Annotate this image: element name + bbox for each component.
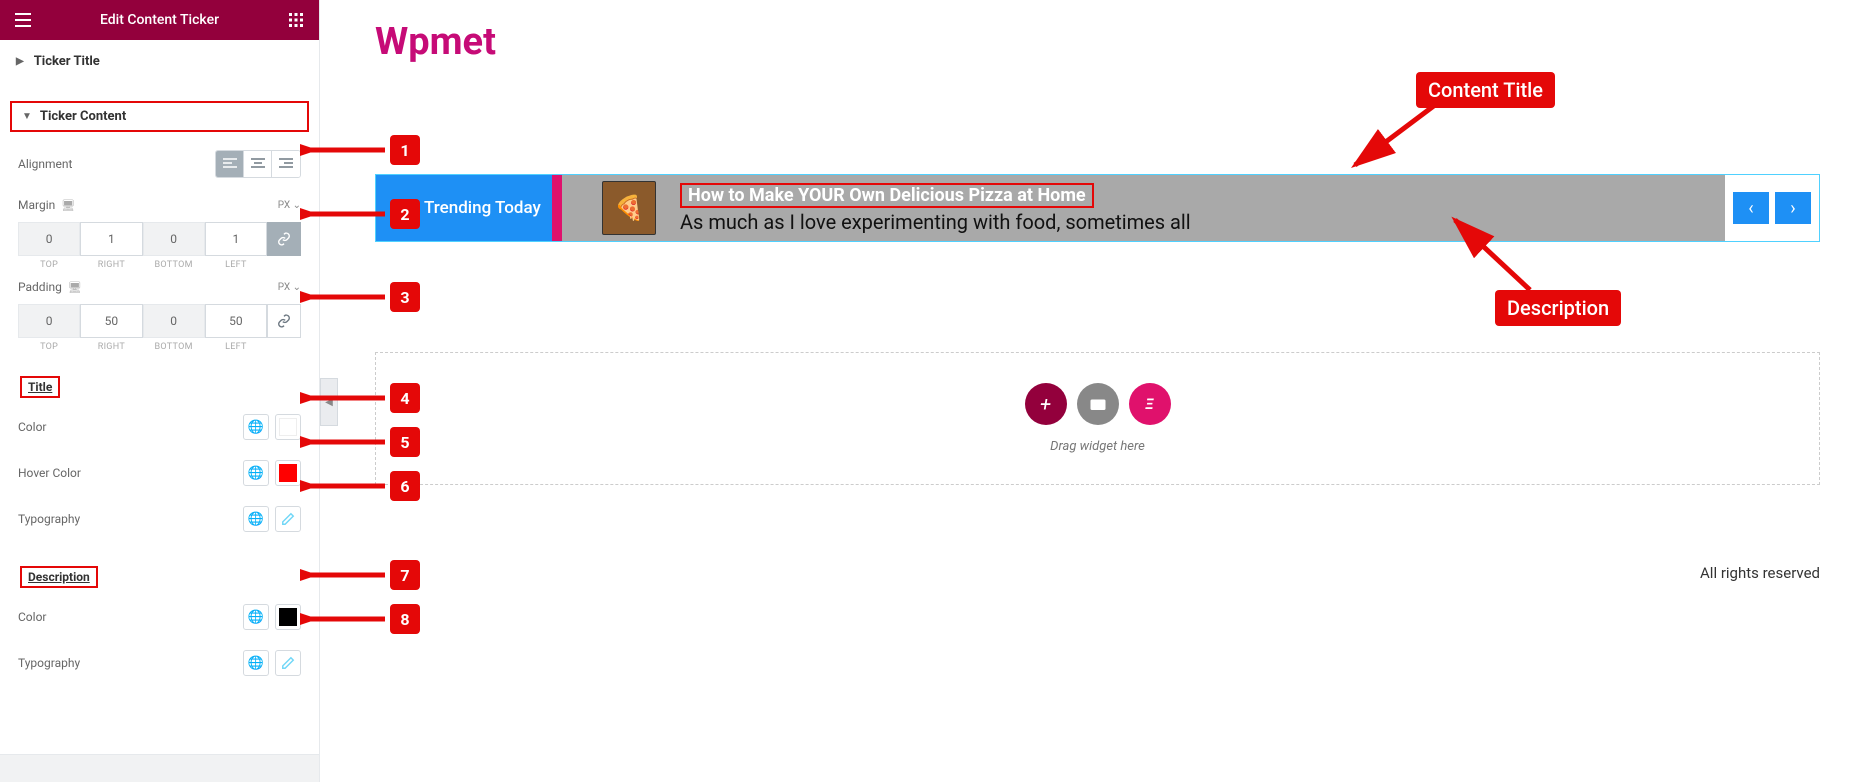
- margin-left-input[interactable]: [205, 222, 267, 256]
- content-title[interactable]: How to Make YOUR Own Delicious Pizza at …: [680, 183, 1094, 208]
- editor-sidebar: Edit Content Ticker ▶ Ticker Title ▼ Tic…: [0, 0, 320, 782]
- padding-row: Padding 🖥 PX ⌄: [0, 270, 319, 304]
- section-ticker-title[interactable]: ▶ Ticker Title: [0, 40, 319, 83]
- margin-label: Margin: [18, 198, 55, 212]
- global-typography-button[interactable]: 🌐: [243, 506, 269, 532]
- template-library-button[interactable]: [1077, 383, 1119, 425]
- ticker-thumbnail: 🍕: [602, 181, 656, 235]
- title-hover-color-swatch[interactable]: [275, 460, 301, 486]
- global-color-button[interactable]: 🌐: [243, 604, 269, 630]
- unit-selector[interactable]: PX ⌄: [278, 282, 301, 293]
- desc-color-row: Color 🌐: [0, 594, 319, 640]
- typography-edit-button[interactable]: [275, 506, 301, 532]
- content-ticker: Trending Today 🍕 How to Make YOUR Own De…: [375, 174, 1820, 242]
- annotation-marker: 2: [390, 199, 420, 229]
- margin-right-input[interactable]: [80, 222, 142, 256]
- unit-selector[interactable]: PX ⌄: [278, 200, 301, 211]
- chevron-down-icon: ▼: [22, 111, 32, 122]
- annotation-description: Description: [1495, 290, 1621, 326]
- padding-link-toggle[interactable]: [267, 304, 301, 338]
- annotation-marker: 1: [390, 135, 420, 165]
- margin-link-toggle[interactable]: [267, 222, 301, 256]
- ek-widgets-button[interactable]: Ξ: [1129, 383, 1171, 425]
- dim-label: TOP: [40, 260, 58, 270]
- title-color-row: Color 🌐: [0, 404, 319, 450]
- padding-bottom-input[interactable]: [143, 304, 205, 338]
- annotation-marker: 5: [390, 427, 420, 457]
- device-icon[interactable]: 🖥: [68, 281, 82, 294]
- annotation-marker: 3: [390, 282, 420, 312]
- drop-hint: Drag widget here: [1050, 439, 1145, 454]
- ticker-prev-button[interactable]: ‹: [1733, 192, 1769, 224]
- desc-typography-row: Typography 🌐: [0, 640, 319, 686]
- typography-label: Typography: [18, 656, 80, 670]
- ticker-nav: ‹ ›: [1725, 175, 1819, 241]
- margin-inputs: TOP RIGHT BOTTOM LEFT: [0, 222, 319, 270]
- dim-label: RIGHT: [98, 342, 125, 352]
- badge-edge: [552, 175, 562, 241]
- hover-color-label: Hover Color: [18, 466, 81, 480]
- preview-canvas: Wpmet Trending Today 🍕 How to Make YOUR …: [320, 0, 1875, 782]
- apps-grid-icon[interactable]: [287, 11, 305, 29]
- title-hover-color-row: Hover Color 🌐: [0, 450, 319, 496]
- typography-edit-button[interactable]: [275, 650, 301, 676]
- dim-label: LEFT: [225, 260, 247, 270]
- title-typography-row: Typography 🌐: [0, 496, 319, 542]
- annotation-marker: 6: [390, 471, 420, 501]
- margin-bottom-input[interactable]: [143, 222, 205, 256]
- padding-inputs: TOP RIGHT BOTTOM LEFT: [0, 304, 319, 352]
- device-icon[interactable]: 🖥: [61, 199, 75, 212]
- dim-label: TOP: [40, 342, 58, 352]
- add-section-button[interactable]: +: [1025, 383, 1067, 425]
- section-ticker-content[interactable]: ▼ Ticker Content: [10, 101, 309, 132]
- global-color-button[interactable]: 🌐: [243, 414, 269, 440]
- sidebar-header: Edit Content Ticker: [0, 0, 319, 40]
- brand-logo: Wpmet: [375, 20, 1820, 64]
- dim-label: BOTTOM: [155, 260, 193, 270]
- ticker-content-area: 🍕 How to Make YOUR Own Delicious Pizza a…: [562, 175, 1725, 241]
- section-label: Ticker Content: [40, 109, 126, 124]
- padding-right-input[interactable]: [80, 304, 142, 338]
- align-right-button[interactable]: [272, 151, 300, 177]
- padding-left-input[interactable]: [205, 304, 267, 338]
- global-color-button[interactable]: 🌐: [243, 460, 269, 486]
- chevron-right-icon: ▶: [16, 56, 24, 67]
- annotation-marker: 7: [390, 560, 420, 590]
- widget-drop-zone[interactable]: + Ξ Drag widget here: [375, 352, 1820, 485]
- badge-text: Trending Today: [424, 198, 541, 218]
- dim-label: BOTTOM: [155, 342, 193, 352]
- dim-label: RIGHT: [98, 260, 125, 270]
- align-left-button[interactable]: [216, 151, 244, 177]
- color-label: Color: [18, 420, 46, 434]
- alignment-label: Alignment: [18, 157, 72, 171]
- dim-label: LEFT: [225, 342, 247, 352]
- padding-top-input[interactable]: [18, 304, 80, 338]
- title-color-swatch[interactable]: [275, 414, 301, 440]
- desc-color-swatch[interactable]: [275, 604, 301, 630]
- typography-label: Typography: [18, 512, 80, 526]
- margin-top-input[interactable]: [18, 222, 80, 256]
- color-label: Color: [18, 610, 46, 624]
- hamburger-icon[interactable]: [14, 11, 32, 29]
- alignment-control: [215, 150, 301, 178]
- ticker-text: How to Make YOUR Own Delicious Pizza at …: [680, 183, 1191, 234]
- annotation-content-title: Content Title: [1416, 72, 1555, 108]
- header-title: Edit Content Ticker: [100, 12, 219, 28]
- content-description: As much as I love experimenting with foo…: [680, 210, 1191, 234]
- annotation-marker: 8: [390, 604, 420, 634]
- margin-row: Margin 🖥 PX ⌄: [0, 188, 319, 222]
- align-center-button[interactable]: [244, 151, 272, 177]
- title-subsection: Title: [20, 376, 60, 398]
- annotation-marker: 4: [390, 383, 420, 413]
- section-label: Ticker Title: [34, 54, 100, 69]
- ticker-next-button[interactable]: ›: [1775, 192, 1811, 224]
- footer-text: All rights reserved: [1700, 564, 1820, 582]
- padding-label: Padding: [18, 280, 62, 294]
- alignment-row: Alignment: [0, 140, 319, 188]
- description-subsection: Description: [20, 566, 98, 588]
- global-typography-button[interactable]: 🌐: [243, 650, 269, 676]
- sidebar-footer: [0, 754, 319, 782]
